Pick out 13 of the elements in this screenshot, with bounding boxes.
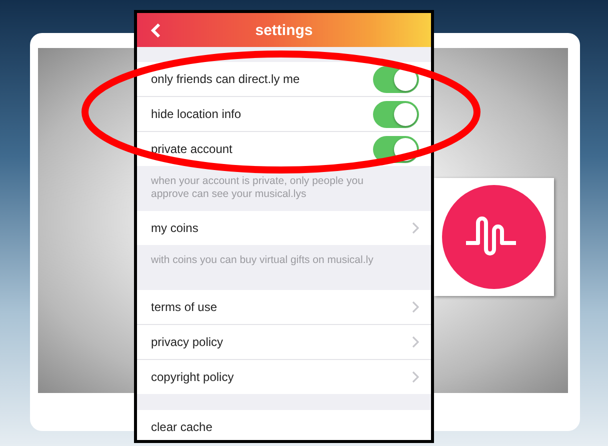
setting-label: hide location info xyxy=(151,107,242,121)
hint-text: with coins you can buy virtual gifts on musical.ly xyxy=(150,253,374,268)
setting-label: private account xyxy=(151,142,234,156)
hint-text: when your account is private, only people you approve can see your musical.lys xyxy=(150,174,364,202)
screen-title: settings xyxy=(255,22,313,38)
setting-label: only friends can direct.ly me xyxy=(151,72,301,86)
chevron-right-icon xyxy=(412,371,419,383)
app-logo-icon xyxy=(442,185,546,289)
chevron-right-icon xyxy=(412,301,419,313)
chevron-right-icon xyxy=(412,336,419,348)
back-icon[interactable] xyxy=(151,23,161,38)
toggle-switch[interactable] xyxy=(373,100,419,128)
chevron-right-icon xyxy=(412,222,419,234)
